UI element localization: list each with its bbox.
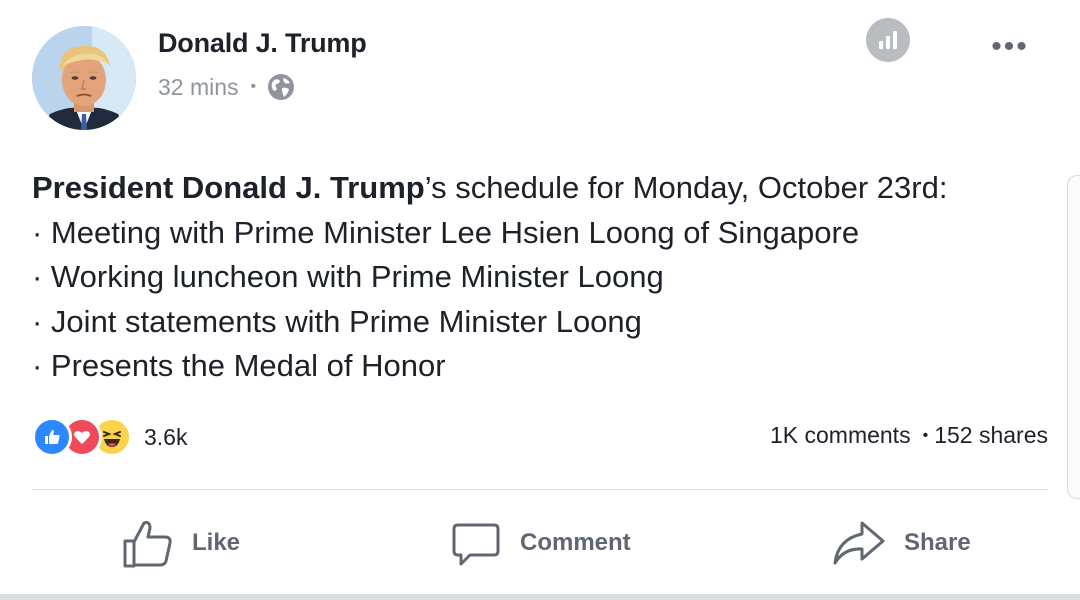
next-post-edge xyxy=(1067,175,1080,499)
comments-count[interactable]: 1K comments xyxy=(770,422,911,449)
post-text: President Donald J. Trump’s schedule for… xyxy=(32,166,1042,389)
bar-chart-icon xyxy=(879,31,897,49)
insights-button[interactable] xyxy=(866,18,910,62)
engagement-counts: 1K comments • 152 shares xyxy=(770,422,1048,449)
avatar[interactable] xyxy=(32,26,136,130)
divider xyxy=(32,489,1048,490)
post-text-bold-name: President Donald J. Trump xyxy=(32,170,425,205)
share-arrow-icon xyxy=(832,517,886,569)
post-text-intro-rest: ’s schedule for Monday, October 23rd: xyxy=(424,170,948,205)
like-reaction-icon xyxy=(32,417,72,457)
schedule-item: · Presents the Medal of Honor xyxy=(32,348,446,383)
schedule-item: · Working luncheon with Prime Minister L… xyxy=(32,259,664,294)
comment-icon xyxy=(450,517,502,569)
post-text-intro: President Donald J. Trump’s schedule for… xyxy=(32,166,1042,211)
like-button[interactable]: Like xyxy=(122,510,240,576)
thumbs-up-icon xyxy=(122,517,174,569)
comment-label: Comment xyxy=(520,529,631,556)
schedule-item: · Meeting with Prime Minister Lee Hsien … xyxy=(32,214,860,250)
facebook-post: Donald J. Trump 32 mins • ••• President … xyxy=(0,0,1080,600)
more-options-button[interactable]: ••• xyxy=(985,32,1035,62)
like-label: Like xyxy=(192,529,241,556)
schedule-item: · Joint statements with Prime Minister L… xyxy=(32,303,642,339)
post-timestamp[interactable]: 32 mins xyxy=(158,74,239,101)
share-button[interactable]: Share xyxy=(832,510,971,576)
author-name[interactable]: Donald J. Trump xyxy=(158,28,367,59)
post-separator-bar xyxy=(0,594,1080,600)
post-meta: 32 mins • xyxy=(158,72,296,102)
share-label: Share xyxy=(904,529,971,556)
action-bar: Like Comment Share xyxy=(0,510,1080,576)
shares-count[interactable]: 152 shares xyxy=(934,422,1048,449)
reactions-summary[interactable]: 3.6k xyxy=(32,416,187,458)
meta-separator: • xyxy=(250,78,257,95)
profile-photo xyxy=(32,26,136,130)
reaction-count: 3.6k xyxy=(144,423,188,450)
comment-button[interactable]: Comment xyxy=(450,510,631,576)
globe-icon xyxy=(266,72,296,102)
count-separator: • xyxy=(922,426,929,444)
